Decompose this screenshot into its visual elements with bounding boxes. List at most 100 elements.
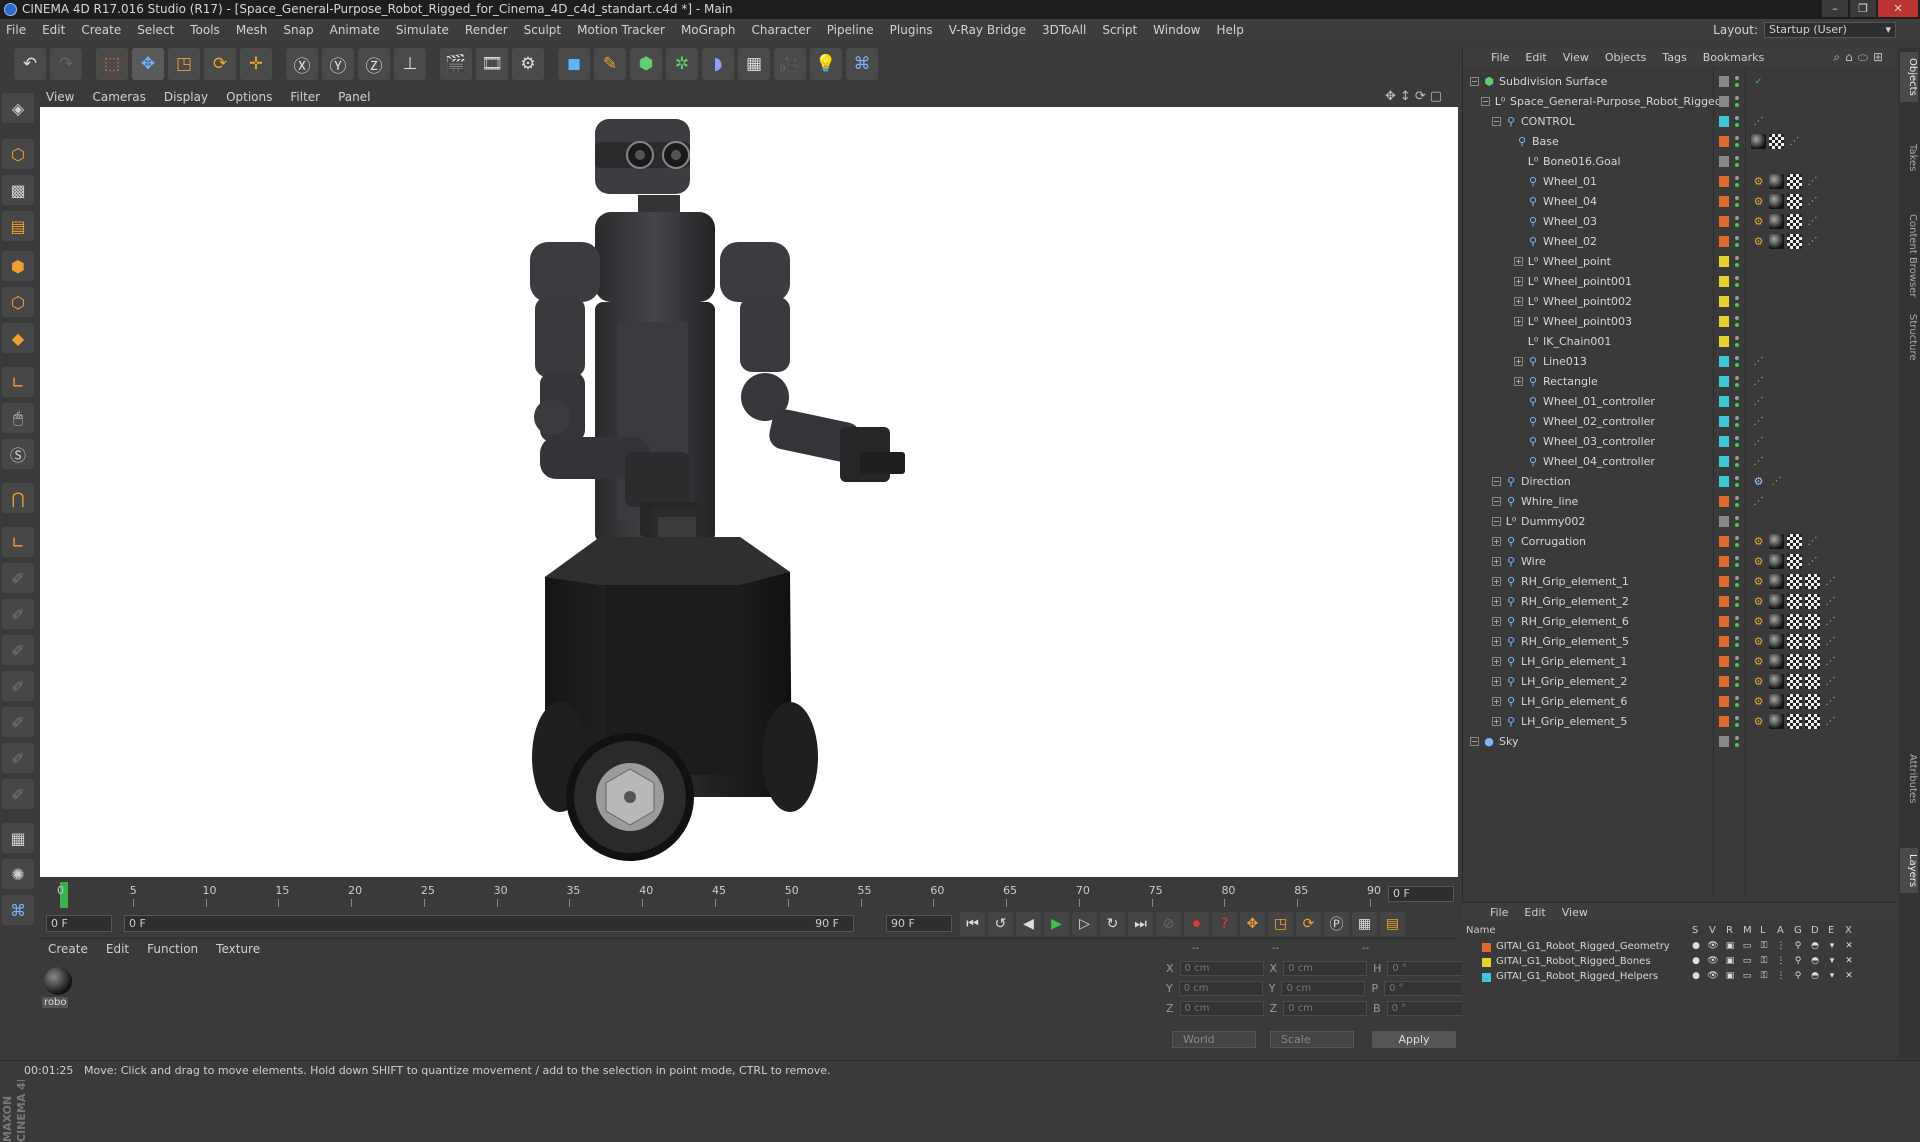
viewport-menu-view[interactable]: View	[46, 90, 74, 104]
layer-name[interactable]: GITAI_G1_Robot_Rigged_Helpers	[1496, 971, 1658, 982]
side-tab-attributes[interactable]: Attributes	[1900, 748, 1918, 809]
side-tab-content-browser[interactable]: Content Browser	[1900, 208, 1918, 303]
size-mode-dropdown[interactable]: Scale	[1270, 1031, 1354, 1048]
layer-flag-icon[interactable]: ⚿	[1758, 941, 1770, 951]
layer-color-swatch[interactable]	[1482, 973, 1491, 982]
undo-icon[interactable]: ↶	[14, 48, 46, 80]
layer-flag-icon[interactable]: ●	[1690, 971, 1702, 981]
material-menu-edit[interactable]: Edit	[106, 942, 129, 956]
mat-tag-icon[interactable]	[1769, 234, 1784, 249]
object-row[interactable]: − ● Sky	[1463, 732, 1897, 752]
sculpt-tool-4-icon[interactable]: ✐	[2, 671, 34, 701]
visibility-dots[interactable]	[1735, 75, 1739, 89]
chk-tag-icon[interactable]	[1787, 594, 1802, 609]
object-row[interactable]: + ⚲ RH_Grip_element_6 ⚙ ⋰	[1463, 612, 1897, 632]
visibility-dots[interactable]	[1735, 315, 1739, 329]
expand-toggle-icon[interactable]: +	[1514, 377, 1523, 386]
material-menu-function[interactable]: Function	[147, 942, 198, 956]
expand-toggle-icon[interactable]: +	[1492, 657, 1501, 666]
menu-snap[interactable]: Snap	[283, 23, 313, 37]
layer-flag-icon[interactable]: ⋮	[1775, 956, 1787, 966]
chk-tag-icon[interactable]	[1805, 654, 1820, 669]
layout-dropdown[interactable]: Startup (User)	[1764, 22, 1896, 38]
object-name[interactable]: LH_Grip_element_5	[1521, 715, 1627, 728]
perspective-viewport[interactable]	[40, 107, 1458, 877]
python-icon[interactable]: ⌘	[2, 895, 34, 925]
object-name[interactable]: Rectangle	[1543, 375, 1598, 388]
layer-flag-icon[interactable]: ▾	[1826, 941, 1838, 951]
set-tag-icon[interactable]: ⋰	[1823, 614, 1838, 629]
sculpt-tool-3-icon[interactable]: ✐	[2, 635, 34, 665]
layer-flag-icon[interactable]: ▭	[1741, 941, 1753, 951]
object-row[interactable]: ⚲ Wheel_01_controller ⋰	[1463, 392, 1897, 412]
object-name[interactable]: Subdivision Surface	[1499, 75, 1607, 88]
object-name[interactable]: CONTROL	[1521, 115, 1575, 128]
layer-color-swatch[interactable]	[1719, 516, 1729, 527]
mat-tag-icon[interactable]	[1751, 134, 1766, 149]
layer-color-swatch[interactable]	[1719, 616, 1729, 627]
object-row[interactable]: + ⚲ LH_Grip_element_2 ⚙ ⋰	[1463, 672, 1897, 692]
set-tag-icon[interactable]: ⋰	[1805, 534, 1820, 549]
visibility-dots[interactable]	[1735, 375, 1739, 389]
set-tag-icon[interactable]: ⋰	[1823, 574, 1838, 589]
visibility-dots[interactable]	[1735, 255, 1739, 269]
coordinate-value-field[interactable]: 0 cm	[1179, 1001, 1264, 1016]
autokeying-icon[interactable]: ?	[1212, 912, 1237, 936]
set-tag-icon[interactable]: ⋰	[1751, 114, 1766, 129]
visibility-dots[interactable]	[1735, 495, 1739, 509]
object-row[interactable]: − L⁰ Space_General-Purpose_Robot_Rigged	[1463, 92, 1897, 112]
edges-mode-icon[interactable]: ⬡	[2, 287, 34, 317]
coordinate-value-field[interactable]: 0 °	[1384, 981, 1469, 996]
scale-tool-icon[interactable]: ◳	[168, 48, 200, 80]
menu-pipeline[interactable]: Pipeline	[827, 23, 874, 37]
mat-tag-icon[interactable]	[1769, 534, 1784, 549]
sculpt-tool-2-icon[interactable]: ✐	[2, 599, 34, 629]
layer-flag-icon[interactable]: ⚲	[1792, 941, 1804, 951]
material-menu-create[interactable]: Create	[48, 942, 88, 956]
go-to-end-icon[interactable]: ⏭	[1128, 912, 1153, 936]
menu-select[interactable]: Select	[137, 23, 174, 37]
chk-tag-icon[interactable]	[1805, 634, 1820, 649]
menu-3dtoall[interactable]: 3DToAll	[1042, 23, 1086, 37]
object-menu-bookmarks[interactable]: Bookmarks	[1703, 51, 1764, 64]
rotate-tool-icon[interactable]: ⟳	[204, 48, 236, 80]
layer-flag-icon[interactable]: ▾	[1826, 971, 1838, 981]
object-row[interactable]: ⚲ Base ⋰	[1463, 132, 1897, 152]
chk-tag-icon[interactable]	[1787, 214, 1802, 229]
object-name[interactable]: Space_General-Purpose_Robot_Rigged	[1510, 95, 1722, 108]
layer-color-swatch[interactable]	[1719, 156, 1729, 167]
object-name[interactable]: Sky	[1499, 735, 1518, 748]
chk-tag-icon[interactable]	[1787, 574, 1802, 589]
mat-tag-icon[interactable]	[1769, 714, 1784, 729]
visibility-dots[interactable]	[1735, 455, 1739, 469]
side-tab-objects[interactable]: Objects	[1900, 52, 1918, 102]
chk-tag-icon[interactable]	[1769, 134, 1784, 149]
object-row[interactable]: + L⁰ Wheel_point	[1463, 252, 1897, 272]
minimize-button[interactable]: –	[1822, 0, 1848, 17]
layer-menu-view[interactable]: View	[1562, 906, 1588, 919]
set-tag-icon[interactable]: ⋰	[1805, 554, 1820, 569]
layer-color-swatch[interactable]	[1719, 436, 1729, 447]
layer-flag-icon[interactable]: ⚿	[1758, 956, 1770, 966]
object-row[interactable]: ⚲ Wheel_01 ⚙ ⋰	[1463, 172, 1897, 192]
ik-tag-icon[interactable]: ⚙	[1751, 614, 1766, 629]
layer-flag-icon[interactable]: ◓	[1809, 941, 1821, 951]
layer-row[interactable]: GITAI_G1_Robot_Rigged_Bones ● 👁 ▣ ▭ ⚿ ⋮ ⚲ ◓ ▾ ✕	[1466, 956, 1892, 970]
coordinate-value-field[interactable]: 0 °	[1386, 1001, 1471, 1016]
material-name[interactable]: robo	[42, 997, 69, 1008]
layer-color-swatch[interactable]	[1719, 176, 1729, 187]
set-tag-icon[interactable]: ⋰	[1823, 634, 1838, 649]
object-row[interactable]: + ⚲ LH_Grip_element_1 ⚙ ⋰	[1463, 652, 1897, 672]
object-row[interactable]: − ⚲ Whire_line ⋰	[1463, 492, 1897, 512]
layer-color-swatch[interactable]	[1719, 96, 1729, 107]
layer-color-swatch[interactable]	[1719, 716, 1729, 727]
object-row[interactable]: − ⬢ Subdivision Surface ✓	[1463, 72, 1897, 92]
expand-toggle-icon[interactable]: −	[1492, 117, 1501, 126]
set-tag-icon[interactable]: ⋰	[1823, 594, 1838, 609]
visibility-dots[interactable]	[1735, 515, 1739, 529]
light-object-icon[interactable]: 💡	[810, 48, 842, 80]
expand-toggle-icon[interactable]: +	[1492, 557, 1501, 566]
visibility-dots[interactable]	[1735, 475, 1739, 489]
visibility-dots[interactable]	[1735, 195, 1739, 209]
menu-help[interactable]: Help	[1216, 23, 1243, 37]
